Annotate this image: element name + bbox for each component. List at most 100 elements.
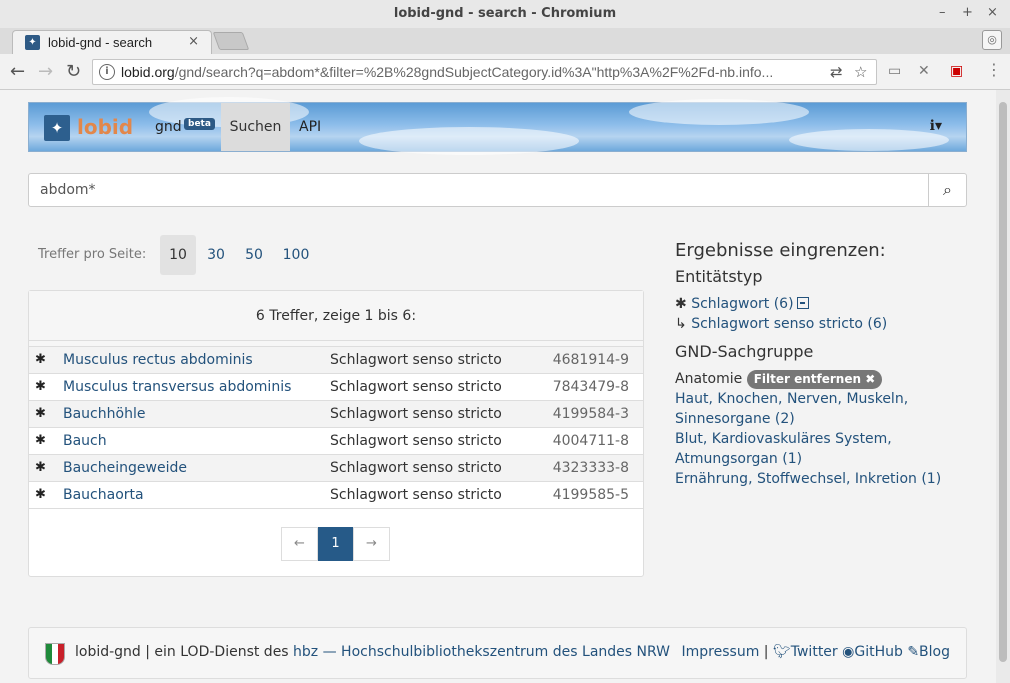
search-button[interactable]: ⌕ [928, 173, 967, 207]
result-gnd-id: 4004711-8 [552, 433, 629, 449]
category-facet: Ernährung, Stoffwechsel, Inkretion (1) [675, 469, 975, 489]
pagination-prev-button[interactable]: ← [281, 527, 318, 561]
footer-credits: lobid-gnd | ein LOD-Dienst des hbz — Hoc… [75, 644, 670, 660]
remove-x-icon: ✖ [865, 372, 876, 386]
category-facet: Blut, Kardiovaskuläres System, Atmungsor… [675, 429, 975, 469]
table-row: ✱ Musculus transversus abdominis Schlagw… [29, 374, 643, 401]
facet-category-link[interactable]: Ernährung, Stoffwechsel, Inkretion (1) [675, 471, 941, 487]
facet-schlagwort-link[interactable]: Schlagwort (6) [691, 296, 793, 312]
site-navbar: ✦ lobid gnd beta Suchen API ℹ▾ [28, 97, 967, 155]
info-dropdown-icon[interactable]: ℹ▾ [930, 118, 942, 134]
github-icon: ◉ [842, 644, 855, 660]
result-gnd-id: 4323333-8 [552, 460, 629, 476]
result-gnd-id: 4681914-9 [552, 352, 629, 368]
subject-heading-icon: ✱ [675, 296, 687, 312]
blog-label: Blog [919, 644, 950, 660]
result-gnd-id: 4199584-3 [552, 406, 629, 422]
page-viewport: ✦ lobid gnd beta Suchen API ℹ▾ ⌕ Treffer… [0, 90, 996, 683]
result-type: Schlagwort senso stricto [330, 487, 502, 503]
lobid-logo-text[interactable]: lobid [77, 115, 133, 139]
browser-tab[interactable]: ✦ lobid-gnd - search × [12, 30, 212, 54]
footer-links: Impressum | 🐦︎Twitter ◉GitHub ✎Blog [682, 644, 950, 660]
url-path: /gnd/search?q=abdom*&filter=%2B%28gndSub… [174, 64, 774, 80]
pagination-next-button[interactable]: → [353, 527, 390, 561]
minimize-button[interactable]: – [939, 5, 946, 20]
collapse-minus-icon[interactable] [796, 297, 809, 309]
result-name-link[interactable]: Bauchhöhle [63, 401, 145, 427]
entity-type-facet: ✱ Schlagwort (6) [675, 294, 975, 314]
subject-heading-icon: ✱ [35, 433, 46, 448]
sub-arrow-icon: ↳ [675, 316, 687, 332]
menu-kebab-icon[interactable]: ⋮ [986, 60, 1002, 79]
lobid-logo-icon[interactable]: ✦ [44, 115, 70, 141]
per-page-option-100[interactable]: 100 [278, 235, 314, 275]
tab-strip: ✦ lobid-gnd - search × ◎ [0, 28, 1010, 54]
browser-toolbar: ← → ↻ i lobid.org/gnd/search?q=abdom*&fi… [0, 54, 1010, 90]
per-page-option-30[interactable]: 30 [200, 235, 232, 275]
twitter-link[interactable]: 🐦︎Twitter [773, 644, 838, 660]
twitter-label: Twitter [790, 644, 838, 660]
table-row: ✱ Bauchhöhle Schlagwort senso stricto 41… [29, 401, 643, 428]
results-table: ✱ Musculus rectus abdominis Schlagwort s… [29, 347, 643, 509]
search-icon: ⌕ [943, 180, 952, 199]
pagination-page-1[interactable]: 1 [318, 527, 353, 561]
footer-separator: | [763, 644, 769, 660]
new-tab-button[interactable] [212, 32, 250, 50]
lobid-favicon-icon: ✦ [25, 35, 40, 50]
extension-icon[interactable]: ✕ [918, 63, 930, 79]
scrollbar-thumb[interactable] [999, 102, 1007, 662]
active-category-row: Anatomie Filter entfernen ✖ [675, 369, 975, 389]
github-link[interactable]: ◉GitHub [842, 644, 903, 660]
hbz-link[interactable]: hbz — Hochschulbibliothekszentrum des La… [293, 644, 670, 660]
result-name-link[interactable]: Bauchaorta [63, 482, 144, 508]
bookmark-star-icon[interactable]: ☆ [854, 63, 867, 81]
translate-icon[interactable]: ⇄ [830, 63, 843, 81]
twitter-icon: 🐦︎ [772, 644, 791, 660]
blog-link[interactable]: ✎Blog [907, 644, 950, 660]
result-type: Schlagwort senso stricto [330, 406, 502, 422]
reload-icon[interactable]: ↻ [66, 61, 81, 82]
facet-category-link[interactable]: Blut, Kardiovaskuläres System, Atmungsor… [675, 431, 892, 467]
site-info-icon[interactable]: i [99, 64, 115, 80]
result-name-link[interactable]: Musculus transversus abdominis [63, 374, 291, 400]
remove-filter-button[interactable]: Filter entfernen ✖ [746, 370, 883, 389]
close-window-button[interactable]: × [987, 5, 998, 20]
language-flag-icon[interactable]: ▣ [950, 63, 963, 79]
subject-heading-icon: ✱ [35, 379, 46, 394]
cast-icon[interactable]: ▭ [888, 63, 901, 79]
window-titlebar: lobid-gnd - search - Chromium – + × [0, 0, 1010, 28]
github-label: GitHub [854, 644, 903, 660]
facet-senso-stricto-link[interactable]: Schlagwort senso stricto (6) [691, 316, 887, 332]
page-scrollbar[interactable] [996, 90, 1010, 683]
results-summary: 6 Treffer, zeige 1 bis 6: [29, 291, 643, 341]
url-text[interactable]: lobid.org/gnd/search?q=abdom*&filter=%2B… [121, 64, 821, 80]
maximize-button[interactable]: + [962, 5, 973, 20]
gnd-category-heading: GND-Sachgruppe [675, 342, 814, 361]
nrw-coat-of-arms-icon [45, 643, 65, 665]
tab-title: lobid-gnd - search [48, 35, 153, 50]
nav-suchen-link[interactable]: Suchen [221, 103, 290, 151]
result-type: Schlagwort senso stricto [330, 379, 502, 395]
nav-gnd-link[interactable]: gnd [155, 119, 182, 135]
result-name-link[interactable]: Musculus rectus abdominis [63, 347, 253, 373]
impressum-link[interactable]: Impressum [682, 644, 760, 660]
facets-sidebar: Ergebnisse eingrenzen: Entitätstyp ✱ Sch… [675, 240, 975, 489]
facet-category-link[interactable]: Haut, Knochen, Nerven, Muskeln, Sinnesor… [675, 391, 908, 427]
address-bar[interactable]: i lobid.org/gnd/search?q=abdom*&filter=%… [92, 59, 877, 85]
profile-icon[interactable]: ◎ [982, 30, 1002, 50]
result-gnd-id: 7843479-8 [552, 379, 629, 395]
window-title: lobid-gnd - search - Chromium [393, 6, 617, 21]
close-tab-icon[interactable]: × [188, 34, 199, 49]
result-name-link[interactable]: Baucheingeweide [63, 455, 187, 481]
facets-heading: Ergebnisse eingrenzen: [675, 240, 886, 261]
per-page-option-10[interactable]: 10 [160, 235, 196, 275]
remove-filter-label: Filter entfernen [753, 372, 862, 386]
beta-badge: beta [184, 118, 215, 130]
nav-api-link[interactable]: API [299, 119, 321, 135]
forward-arrow-icon[interactable]: → [38, 61, 53, 82]
search-input[interactable] [28, 173, 929, 207]
result-name-link[interactable]: Bauch [63, 428, 107, 454]
table-row: ✱ Bauchaorta Schlagwort senso stricto 41… [29, 482, 643, 509]
back-arrow-icon[interactable]: ← [10, 61, 25, 82]
per-page-option-50[interactable]: 50 [238, 235, 270, 275]
